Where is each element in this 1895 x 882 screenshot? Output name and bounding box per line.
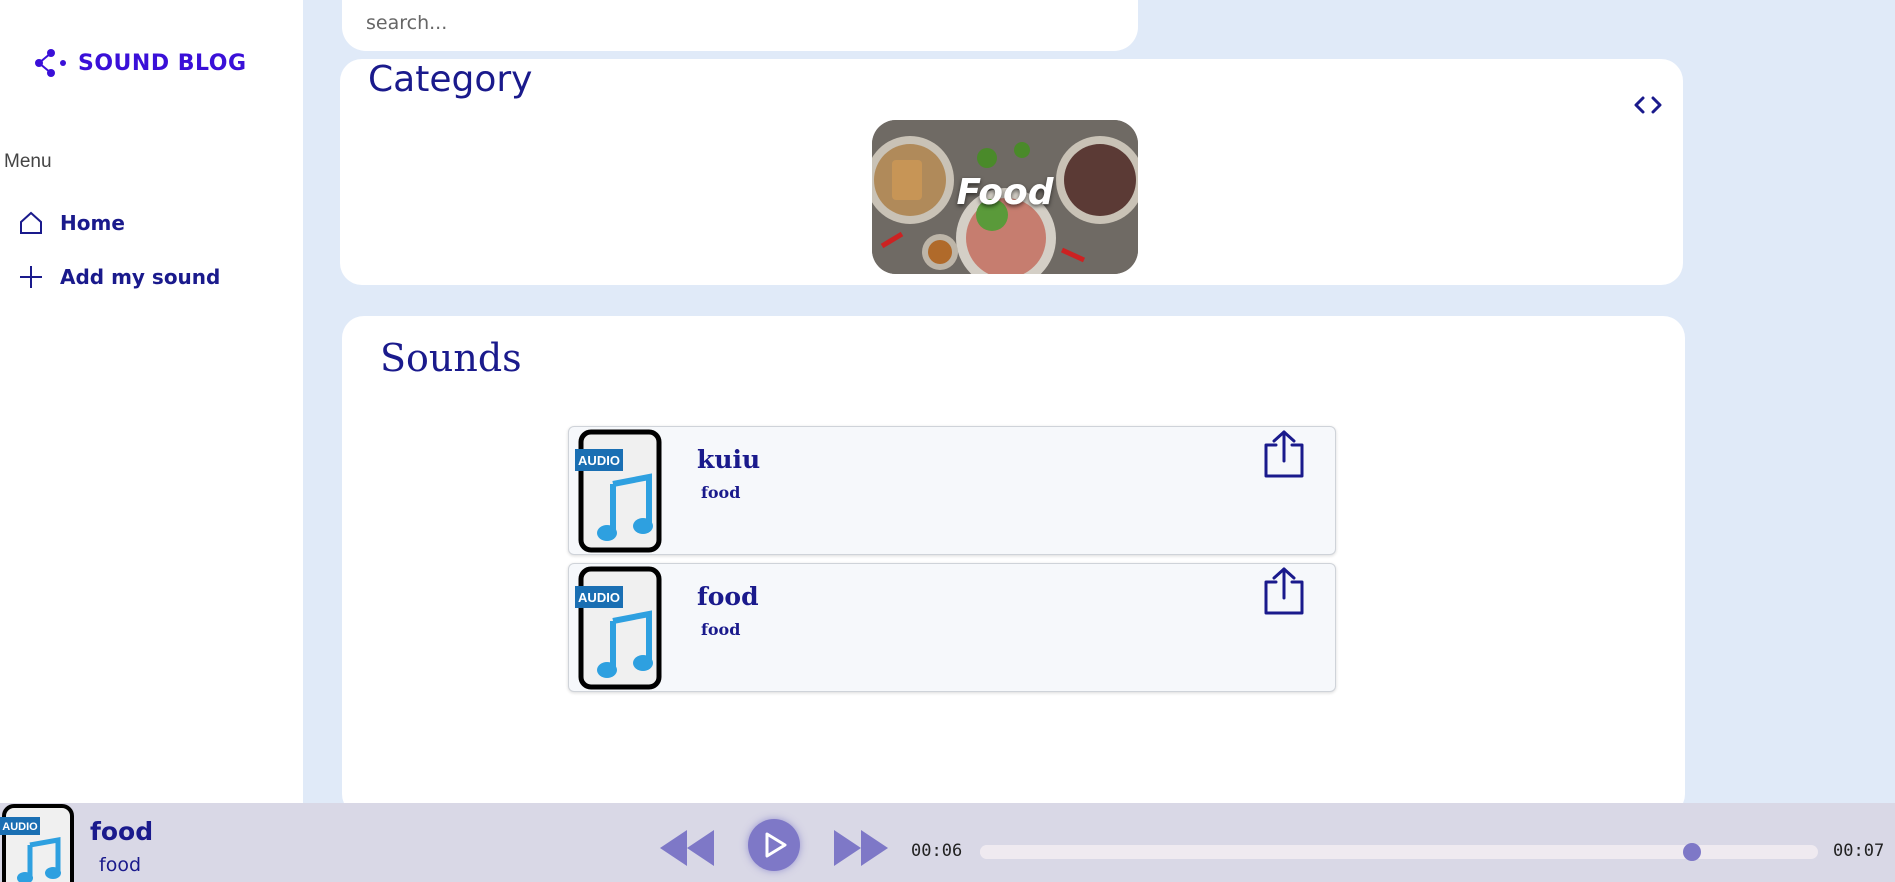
sound-list-item[interactable]: AUDIO food food [568, 563, 1336, 692]
category-title: Category [368, 59, 533, 100]
rewind-icon[interactable] [660, 829, 714, 867]
logo-icon [35, 49, 66, 77]
progress-slider[interactable] [980, 843, 1818, 861]
share-icon[interactable] [1261, 566, 1307, 616]
play-button[interactable] [748, 819, 800, 871]
player-track-name: food [90, 817, 154, 846]
svg-text:AUDIO: AUDIO [2, 821, 38, 833]
sound-category: food [701, 620, 741, 639]
duration: 00:07 [1833, 841, 1885, 861]
sidebar-item-add-my-sound[interactable]: Add my sound [18, 264, 220, 290]
sound-list-item[interactable]: AUDIO kuiu food [568, 426, 1336, 555]
fast-forward-icon[interactable] [834, 829, 888, 867]
search-input[interactable] [366, 12, 1114, 34]
sidebar-item-label: Home [60, 211, 125, 235]
svg-text:AUDIO: AUDIO [578, 453, 620, 468]
sound-name: food [697, 582, 759, 611]
category-tile-food[interactable]: Food [872, 120, 1138, 274]
plus-icon [20, 266, 42, 288]
audio-file-icon: AUDIO [0, 804, 74, 882]
player-track-category: food [99, 854, 141, 876]
audio-file-icon: AUDIO [575, 566, 662, 690]
sounds-title: Sounds [380, 336, 522, 380]
sound-category: food [701, 483, 741, 502]
category-tile-label: Food [956, 172, 1054, 213]
svg-text:AUDIO: AUDIO [578, 590, 620, 605]
progress-knob[interactable] [1683, 843, 1702, 861]
sound-name: kuiu [697, 445, 761, 474]
current-time: 00:06 [911, 841, 963, 861]
audio-player: AUDIO food food 00:06 00:07 [0, 803, 1895, 882]
progress-fill [980, 845, 1693, 859]
play-icon [765, 832, 787, 858]
sidebar-item-home[interactable]: Home [18, 210, 125, 236]
logo[interactable]: SOUND BLOG [34, 48, 247, 78]
code-brackets-icon[interactable] [1633, 95, 1663, 115]
sidebar: SOUND BLOG Menu Home Add my sound [0, 0, 303, 803]
category-section: Category Food [340, 59, 1683, 285]
share-icon[interactable] [1261, 429, 1307, 479]
logo-text: SOUND BLOG [78, 50, 247, 76]
sidebar-item-label: Add my sound [60, 265, 221, 289]
sounds-section: Sounds AUDIO kuiu food AUDIO food food [342, 316, 1685, 816]
audio-file-icon: AUDIO [575, 429, 662, 553]
home-icon [20, 211, 42, 234]
menu-label: Menu [4, 151, 52, 172]
search-bar [342, 0, 1138, 51]
